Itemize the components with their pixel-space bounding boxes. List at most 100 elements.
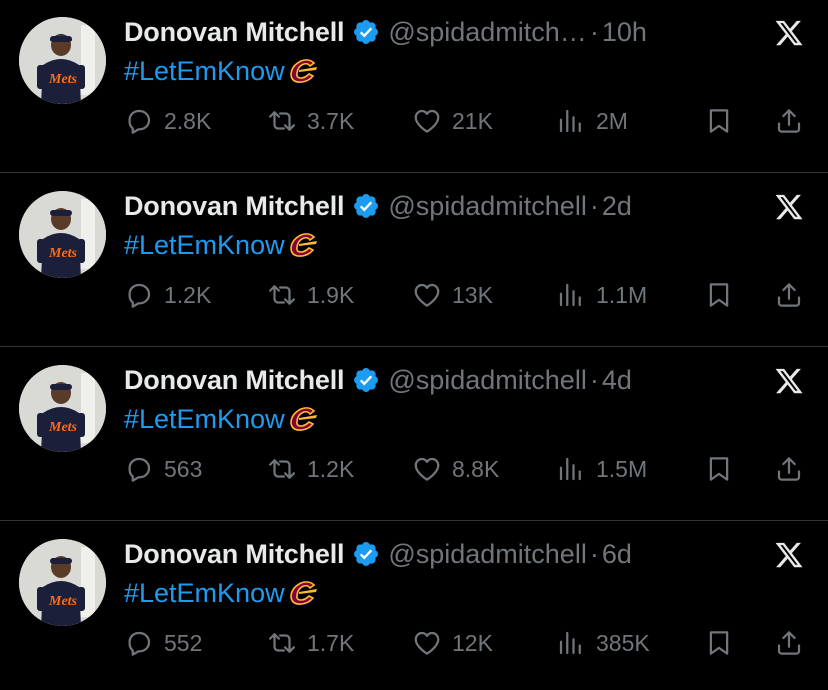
timestamp[interactable]: 10h	[602, 17, 647, 48]
svg-text:Mets: Mets	[48, 594, 78, 609]
like-count: 21K	[452, 107, 493, 134]
tweet-card[interactable]: Mets Donovan Mitchell @spidadmitchell · …	[0, 174, 828, 347]
reply-count: 552	[164, 629, 203, 656]
views-count: 385K	[596, 629, 650, 656]
verified-badge-icon	[354, 194, 379, 218]
tweet-header: Donovan Mitchell @spidadmitchell · 4d	[124, 362, 632, 398]
cavaliers-logo-icon	[289, 59, 317, 83]
cavaliers-logo-icon	[289, 581, 317, 605]
svg-text:Mets: Mets	[48, 72, 78, 87]
reply-count: 2.8K	[164, 107, 212, 134]
views-button[interactable]: 1.5M	[556, 452, 647, 486]
x-logo-icon	[775, 194, 803, 220]
x-logo-icon	[775, 368, 803, 394]
avatar[interactable]: Mets	[19, 539, 106, 626]
share-button[interactable]	[774, 626, 804, 660]
tweet-text: #LetEmKnow	[124, 576, 321, 610]
timestamp[interactable]: 2d	[602, 191, 632, 222]
separator: ·	[589, 16, 599, 47]
share-icon	[777, 109, 801, 133]
svg-text:Mets: Mets	[48, 246, 78, 261]
cavaliers-logo-icon	[289, 407, 317, 431]
heart-icon	[414, 283, 440, 307]
display-name[interactable]: Donovan Mitchell	[124, 191, 345, 222]
heart-icon	[414, 109, 440, 133]
divider	[0, 346, 828, 347]
like-button[interactable]: 13K	[412, 278, 493, 312]
retweet-count: 1.2K	[307, 455, 355, 482]
action-bar: 563 1.2K 8.8K 1.5M	[124, 452, 814, 486]
views-count: 1.5M	[596, 455, 648, 482]
bookmark-button[interactable]	[704, 104, 734, 138]
share-button[interactable]	[774, 104, 804, 138]
avatar[interactable]: Mets	[19, 17, 106, 104]
divider	[0, 520, 828, 521]
handle[interactable]: @spidadmitchell	[388, 539, 587, 570]
bookmark-button[interactable]	[704, 626, 734, 660]
bookmark-button[interactable]	[704, 278, 734, 312]
reply-icon	[128, 631, 151, 656]
display-name[interactable]: Donovan Mitchell	[124, 17, 345, 48]
display-name[interactable]: Donovan Mitchell	[124, 539, 345, 570]
share-button[interactable]	[774, 278, 804, 312]
reply-button[interactable]: 1.2K	[124, 278, 211, 312]
retweet-button[interactable]: 1.2K	[267, 452, 354, 486]
reply-button[interactable]: 2.8K	[124, 104, 211, 138]
verified-badge-icon	[354, 368, 379, 392]
views-chart-icon	[559, 457, 581, 481]
action-bar: 1.2K 1.9K 13K 1.1M	[124, 278, 814, 312]
hashtag-link[interactable]: #LetEmKnow	[124, 404, 285, 435]
bookmark-button[interactable]	[704, 452, 734, 486]
handle[interactable]: @spidadmitchell	[388, 365, 587, 396]
handle[interactable]: @spidadmitch…	[388, 17, 586, 48]
like-button[interactable]: 21K	[412, 104, 493, 138]
separator: ·	[589, 364, 599, 395]
timestamp[interactable]: 4d	[602, 365, 632, 396]
timestamp[interactable]: 6d	[602, 539, 632, 570]
tweet-card[interactable]: Mets Donovan Mitchell @spidadmitch… · 10…	[0, 0, 828, 173]
views-count: 1.1M	[596, 281, 648, 308]
like-button[interactable]: 8.8K	[412, 452, 499, 486]
retweet-button[interactable]: 1.9K	[267, 278, 354, 312]
tweet-text: #LetEmKnow	[124, 54, 321, 88]
verified-badge-icon	[354, 20, 379, 44]
x-logo-icon	[775, 20, 803, 46]
share-icon	[777, 631, 801, 655]
retweet-count: 3.7K	[307, 107, 355, 134]
retweet-button[interactable]: 3.7K	[267, 104, 354, 138]
hashtag-link[interactable]: #LetEmKnow	[124, 56, 285, 87]
tweet-text: #LetEmKnow	[124, 228, 321, 262]
retweet-icon	[269, 285, 295, 305]
handle[interactable]: @spidadmitchell	[388, 191, 587, 222]
heart-icon	[414, 631, 440, 655]
reply-icon	[128, 109, 151, 134]
views-button[interactable]: 1.1M	[556, 278, 647, 312]
share-button[interactable]	[774, 452, 804, 486]
hashtag-link[interactable]: #LetEmKnow	[124, 578, 285, 609]
retweet-count: 1.7K	[307, 629, 355, 656]
share-icon	[777, 457, 801, 481]
tweet-header: Donovan Mitchell @spidadmitchell · 6d	[124, 536, 632, 572]
like-button[interactable]: 12K	[412, 626, 493, 660]
action-bar: 552 1.7K 12K 385K	[124, 626, 814, 660]
hashtag-link[interactable]: #LetEmKnow	[124, 230, 285, 261]
tweet-card[interactable]: Mets Donovan Mitchell @spidadmitchell · …	[0, 348, 828, 521]
display-name[interactable]: Donovan Mitchell	[124, 365, 345, 396]
views-count: 2M	[596, 107, 628, 134]
views-button[interactable]: 2M	[556, 104, 628, 138]
avatar[interactable]: Mets	[19, 191, 106, 278]
views-chart-icon	[559, 283, 581, 307]
retweet-count: 1.9K	[307, 281, 355, 308]
avatar[interactable]: Mets	[19, 365, 106, 452]
separator: ·	[589, 190, 599, 221]
tweet-card[interactable]: Mets Donovan Mitchell @spidadmitchell · …	[0, 522, 828, 690]
action-bar: 2.8K 3.7K 21K 2M	[124, 104, 814, 138]
divider	[0, 172, 828, 173]
views-button[interactable]: 385K	[556, 626, 650, 660]
reply-button[interactable]: 563	[124, 452, 202, 486]
verified-badge-icon	[354, 542, 379, 566]
tweet-header: Donovan Mitchell @spidadmitch… · 10h	[124, 14, 647, 50]
reply-button[interactable]: 552	[124, 626, 202, 660]
views-chart-icon	[559, 631, 581, 655]
retweet-button[interactable]: 1.7K	[267, 626, 354, 660]
